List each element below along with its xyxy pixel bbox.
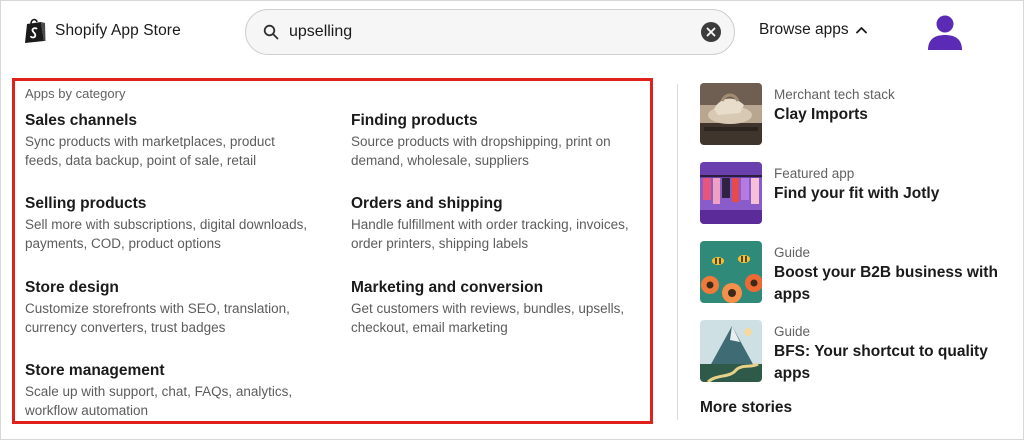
apps-by-category-heading: Apps by category: [25, 86, 126, 101]
category-title: Orders and shipping: [351, 195, 503, 212]
search-icon: [263, 24, 279, 40]
story-boost-your-b2b-business[interactable]: Guide Boost your B2B business with apps: [700, 241, 1010, 305]
story-thumbnail: [700, 162, 762, 224]
story-title: Clay Imports: [774, 104, 1010, 126]
story-title-line: apps: [774, 365, 811, 382]
category-description-line: Handle fulfillment with order tracking, …: [351, 217, 629, 232]
category-description-line: Get customers with reviews, bundles, ups…: [351, 301, 625, 316]
story-thumbnail: [700, 241, 762, 303]
search-bar: [245, 9, 735, 55]
story-clay-imports[interactable]: Merchant tech stack Clay Imports: [700, 83, 1010, 147]
category-description-line: workflow automation: [25, 403, 149, 418]
category-finding-products[interactable]: Finding products Source products with dr…: [351, 111, 661, 170]
category-title: Marketing and conversion: [351, 279, 544, 296]
story-title-line: Clay Imports: [774, 106, 868, 123]
story-title-line: Find your fit with Jotly: [774, 185, 940, 202]
category-description: Sell more with subscriptions, digital do…: [25, 215, 335, 253]
category-description-line: Scale up with support, chat, FAQs, analy…: [25, 384, 293, 399]
category-description-line: Customize storefronts with SEO, translat…: [25, 301, 290, 316]
user-avatar-icon[interactable]: [926, 13, 964, 51]
story-title: BFS: Your shortcut to quality apps: [774, 341, 1010, 385]
story-title-line: BFS: Your shortcut to quality: [774, 343, 988, 360]
category-title: Store management: [25, 362, 165, 379]
pottery-image: [700, 83, 762, 145]
category-description-line: currency converters, trust badges: [25, 320, 226, 335]
story-title-line: apps: [774, 286, 811, 303]
category-description: Handle fulfillment with order tracking, …: [351, 215, 661, 253]
clear-search-button[interactable]: [701, 22, 721, 42]
story-title: Find your fit with Jotly: [774, 183, 1010, 205]
category-description-line: Sync products with marketplaces, product: [25, 134, 275, 149]
category-orders-and-shipping[interactable]: Orders and shipping Handle fulfillment w…: [351, 194, 661, 253]
story-title-line: Boost your B2B business with: [774, 264, 998, 281]
top-header: Shopify App Store Browse apps: [0, 0, 1024, 64]
category-description-line: Source products with dropshipping, print…: [351, 134, 611, 149]
shopify-bag-icon: [25, 18, 46, 43]
story-title: Boost your B2B business with apps: [774, 262, 1010, 306]
category-description: Scale up with support, chat, FAQs, analy…: [25, 382, 335, 420]
category-description-line: order printers, shipping labels: [351, 236, 529, 251]
category-selling-products[interactable]: Selling products Sell more with subscrip…: [25, 194, 335, 253]
story-label: Guide: [774, 245, 811, 260]
category-title: Store design: [25, 279, 119, 296]
category-description: Source products with dropshipping, print…: [351, 132, 661, 170]
story-label: Merchant tech stack: [774, 87, 895, 102]
category-store-management[interactable]: Store management Scale up with support, …: [25, 361, 335, 420]
story-label: Featured app: [774, 166, 855, 181]
vertical-divider: [677, 84, 678, 420]
category-description-line: demand, wholesale, suppliers: [351, 153, 529, 168]
story-label: Guide: [774, 324, 811, 339]
browse-apps-label: Browse apps: [759, 21, 849, 38]
clothing-rack-image: [700, 162, 762, 224]
bees-and-flowers-image: [700, 241, 762, 303]
story-find-your-fit-with-jotly[interactable]: Featured app Find your fit with Jotly: [700, 162, 1010, 226]
search-input[interactable]: [289, 20, 689, 44]
category-title: Selling products: [25, 195, 147, 212]
category-sales-channels[interactable]: Sales channels Sync products with market…: [25, 111, 335, 170]
category-marketing-and-conversion[interactable]: Marketing and conversion Get customers w…: [351, 278, 661, 337]
mountain-landscape-image: [700, 320, 762, 382]
story-bfs-shortcut-to-quality-apps[interactable]: Guide BFS: Your shortcut to quality apps: [700, 320, 1010, 384]
story-thumbnail: [700, 320, 762, 382]
category-title: Sales channels: [25, 112, 138, 129]
category-description: Get customers with reviews, bundles, ups…: [351, 299, 661, 337]
story-thumbnail: [700, 83, 762, 145]
category-description-line: Sell more with subscriptions, digital do…: [25, 217, 308, 232]
logo-text: Shopify App Store: [55, 21, 181, 39]
browse-apps-button[interactable]: Browse apps: [759, 21, 867, 39]
category-description-line: payments, COD, product options: [25, 236, 221, 251]
category-description-line: feeds, data backup, point of sale, retai…: [25, 153, 257, 168]
category-store-design[interactable]: Store design Customize storefronts with …: [25, 278, 335, 337]
close-icon: [706, 27, 716, 37]
chevron-up-icon: [855, 27, 867, 34]
category-title: Finding products: [351, 112, 478, 129]
more-stories-link[interactable]: More stories: [700, 399, 792, 417]
shopify-app-store-logo[interactable]: Shopify App Store: [24, 17, 181, 44]
category-description: Customize storefronts with SEO, translat…: [25, 299, 335, 337]
category-description: Sync products with marketplaces, product…: [25, 132, 335, 170]
category-description-line: checkout, email marketing: [351, 320, 508, 335]
